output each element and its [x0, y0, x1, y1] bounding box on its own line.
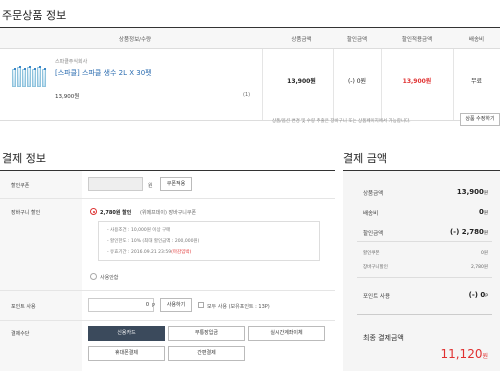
order-note: 상품/옵션 변경 및 수량 추출은 장바구니 또는 상품페이지에서 가능합니다. — [272, 119, 411, 124]
cart-discount-details: - 사용조건 : 10,000원 이상 구매 - 할인한도 : 10% (최대 … — [98, 221, 320, 261]
coupon-label: 할인쿠폰 — [11, 183, 30, 189]
coupon-amount-input — [88, 177, 143, 191]
deadline-badge: (마감임박) — [171, 250, 192, 255]
product-quantity: (1) — [243, 92, 251, 98]
payment-summary: 상품금액 13,900원 배송비 0원 할인금액 (-) 2,780원 할인쿠폰… — [343, 170, 500, 371]
coupon-row: 할인쿠폰 원 쿠폰적용 — [0, 171, 335, 199]
product-seller: 스파클주식회사 — [55, 59, 88, 65]
header-shipping: 배송비 — [468, 37, 485, 43]
order-table-header: 상품정보/수량 상품금액 할인금액 할인적용금액 배송비 — [0, 28, 500, 49]
payment-info: 할인쿠폰 원 쿠폰적용 장바구니 할인 2,780원 할인 (위메프데이) 장바… — [0, 170, 335, 371]
points-input-value: 0 — [145, 302, 149, 308]
easy-payment-button[interactable]: 간편결제 — [168, 346, 245, 361]
payment-method-row: 결제수단 신용카드 무통장입금 실시간계좌이체 휴대폰결제 간편결제 — [0, 321, 335, 371]
summary-cart-label: 장바구니할인 — [363, 265, 388, 270]
product-thumbnail[interactable] — [10, 61, 46, 87]
no-use-radio[interactable] — [90, 273, 97, 280]
header-final: 할인적용금액 — [401, 37, 433, 43]
product-name-link[interactable]: [스파클] 스파클 생수 2L X 30펫 — [55, 68, 152, 78]
points-label: 포인트 사용 — [11, 304, 36, 310]
summary-discount-label: 할인금액 — [363, 231, 384, 237]
cart-discount-amount: 2,780원 할인 — [100, 210, 132, 216]
detail-condition: - 사용조건 : 10,000원 이상 구매 — [107, 228, 171, 233]
final-amount-label: 최종 결제금액 — [363, 334, 404, 342]
final-amount: 11,120 — [440, 347, 483, 361]
edit-product-button[interactable]: 상품 수정하기 — [460, 113, 500, 126]
item-price: 13,900원 — [287, 78, 316, 85]
header-discount: 할인금액 — [346, 37, 368, 43]
summary-cart: 2,780원 — [470, 265, 488, 270]
payment-section-title: 결제 정보 — [2, 152, 46, 165]
item-discount: (-) 0원 — [347, 78, 367, 85]
summary-points-label: 포인트 사용 — [363, 294, 391, 300]
summary-coupon-label: 할인쿠폰 — [363, 251, 380, 256]
cart-discount-row: 장바구니 할인 2,780원 할인 (위메프데이) 장바구니쿠폰 - 사용조건 … — [0, 199, 335, 291]
cart-discount-radio[interactable] — [90, 208, 97, 215]
summary-product-price: 13,900 — [456, 188, 484, 196]
cart-discount-coupon-name: (위메프데이) 장바구니쿠폰 — [140, 210, 197, 216]
summary-discount: (-) 2,780 — [449, 228, 484, 236]
mobile-payment-button[interactable]: 휴대폰결제 — [88, 346, 165, 361]
header-product: 상품정보/수량 — [118, 37, 152, 43]
use-points-button[interactable]: 사용하기 — [160, 298, 192, 312]
coupon-unit: 원 — [148, 183, 153, 189]
bank-transfer-button[interactable]: 무통장입금 — [168, 326, 245, 341]
item-shipping: 무료 — [470, 78, 483, 85]
summary-coupon: 0원 — [480, 251, 488, 256]
summary-shipping-label: 배송비 — [363, 211, 379, 217]
detail-validity: - 유효기간 : 2016.09.21 23:59 — [107, 250, 172, 255]
summary-product-label: 상품금액 — [363, 191, 384, 197]
points-input[interactable]: 0 — [88, 298, 154, 312]
cart-discount-label: 장바구니 할인 — [11, 210, 41, 216]
summary-points: (-) 0 — [468, 291, 486, 299]
realtime-transfer-button[interactable]: 실시간계좌이체 — [248, 326, 325, 341]
summary-section-title: 결제 금액 — [343, 152, 387, 165]
order-section-title: 주문상품 정보 — [2, 9, 67, 22]
header-price: 상품금액 — [291, 37, 312, 43]
detail-limit: - 할인한도 : 10% (최대 할인금액 : 200,000원) — [107, 239, 200, 244]
no-use-label: 사용안함 — [100, 275, 119, 281]
use-all-points-checkbox[interactable] — [198, 302, 204, 308]
credit-card-button[interactable]: 신용카드 — [88, 326, 165, 341]
product-unit-price: 13,900원 — [55, 94, 80, 100]
apply-coupon-button[interactable]: 쿠폰적용 — [160, 177, 192, 191]
points-unit: P — [152, 303, 156, 309]
points-row: 포인트 사용 0 P 사용하기 모두 사용 (보유포인트 : 13P) — [0, 291, 335, 321]
payment-method-label: 결제수단 — [11, 331, 30, 337]
item-final-price: 13,900원 — [402, 78, 432, 85]
use-all-points-label: 모두 사용 (보유포인트 : 13P) — [207, 304, 270, 310]
